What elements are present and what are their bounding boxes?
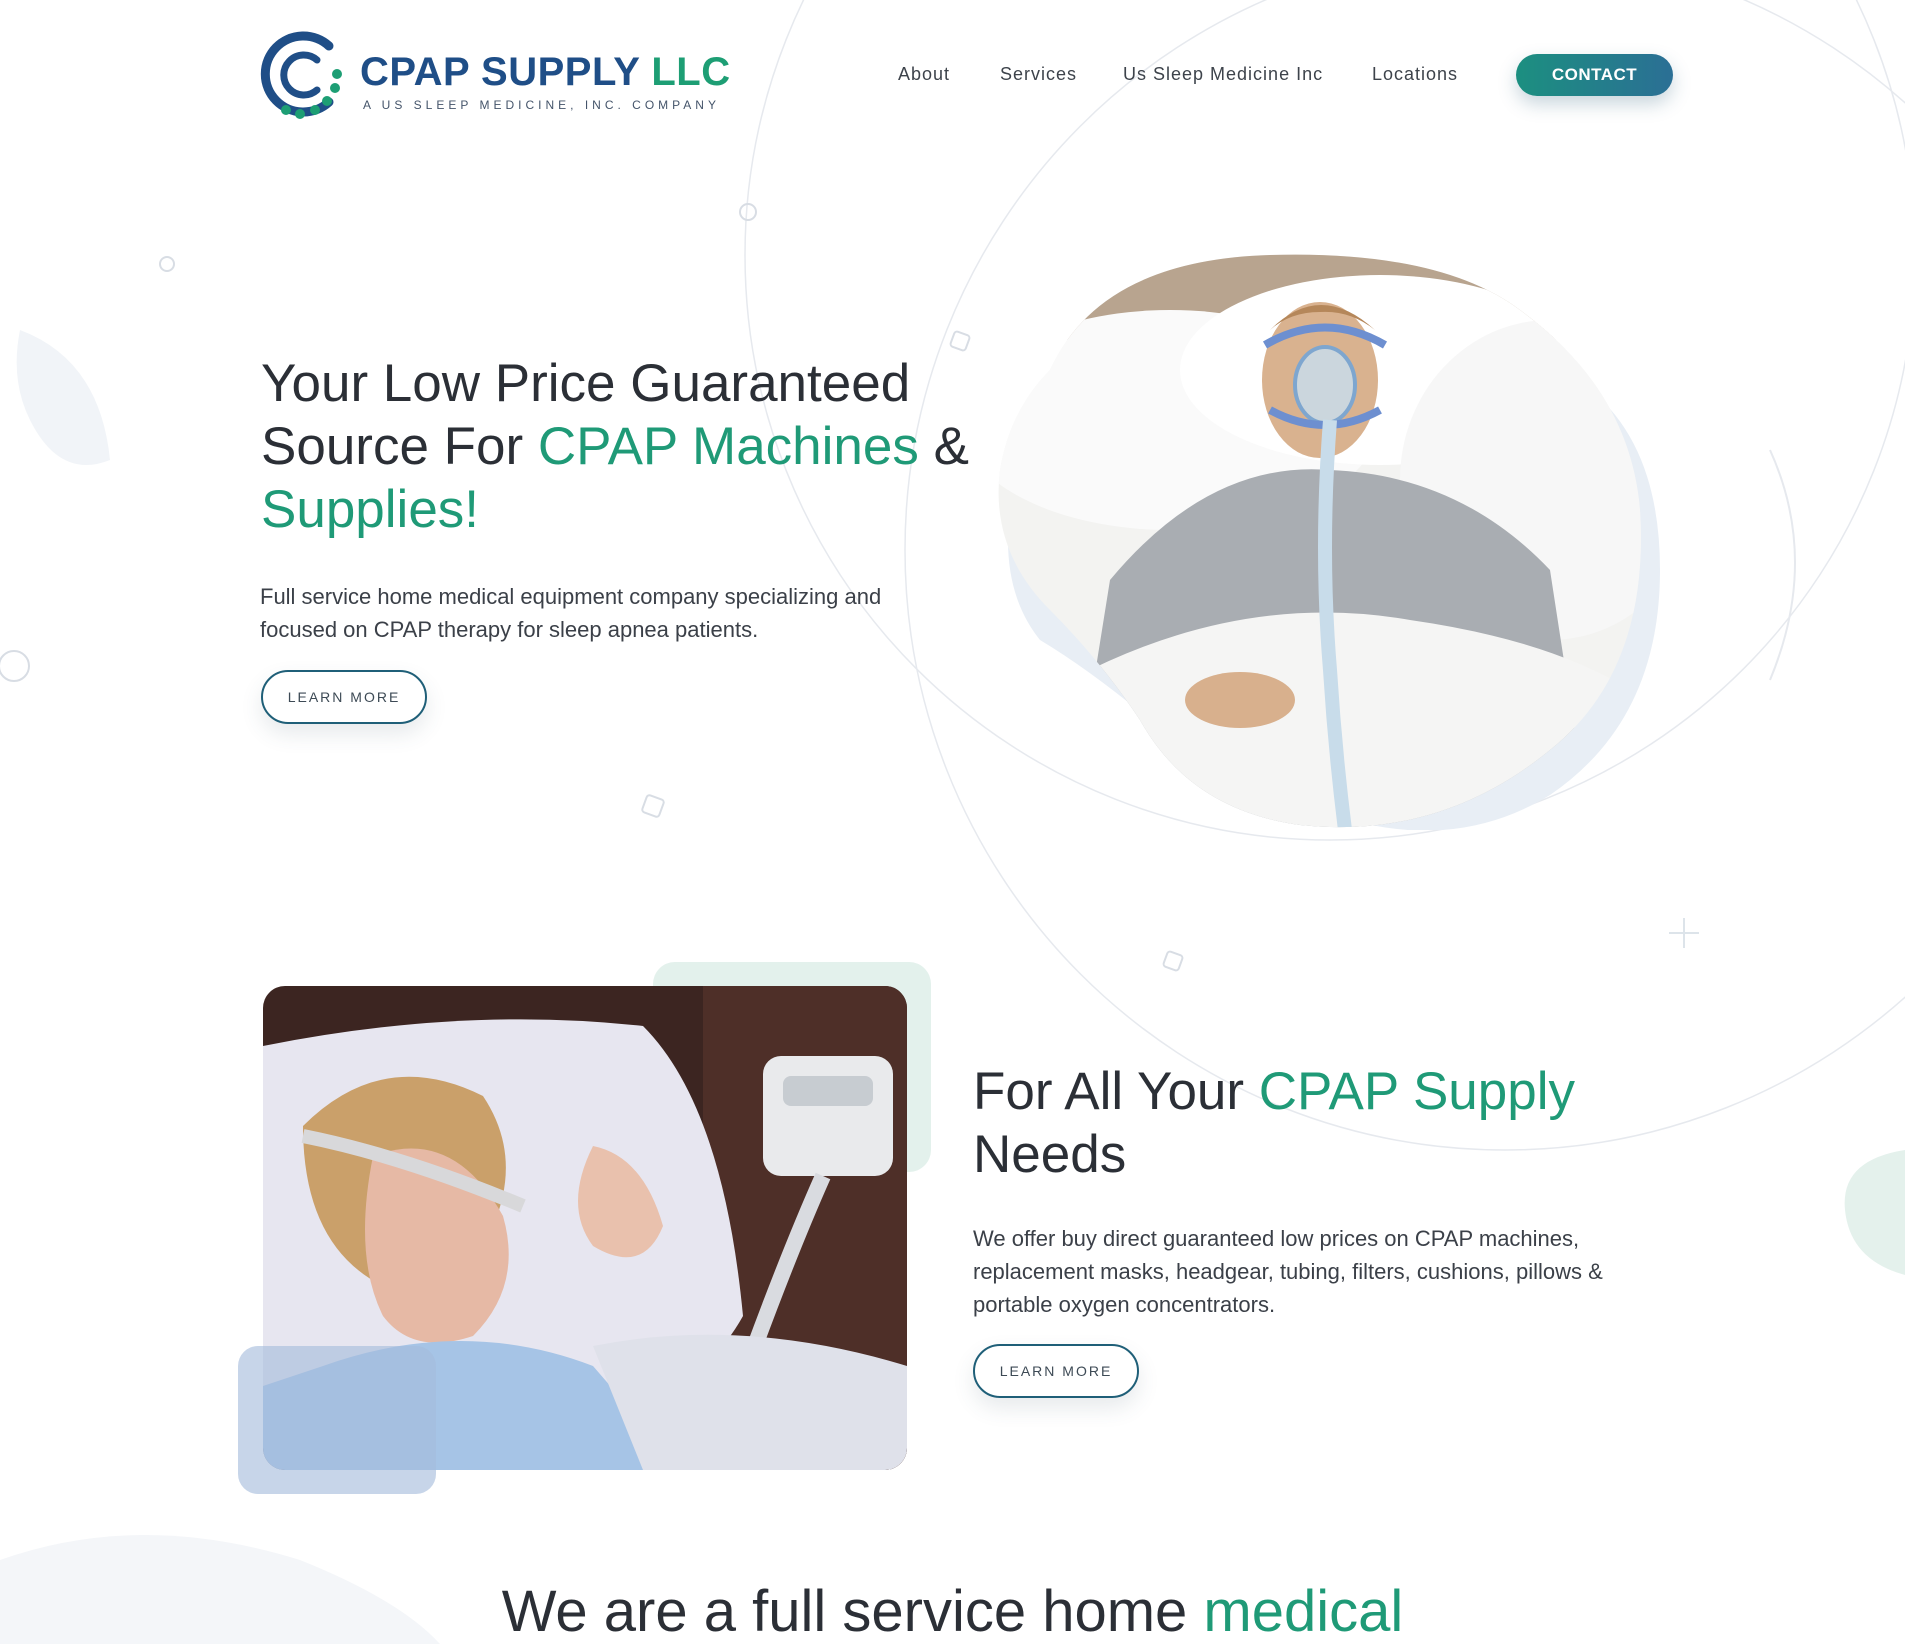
nav-locations[interactable]: Locations <box>1372 64 1458 85</box>
nav-services[interactable]: Services <box>1000 64 1077 85</box>
nav-us-sleep-medicine[interactable]: Us Sleep Medicine Inc <box>1123 64 1323 85</box>
brand-name: CPAP SUPPLY LLC <box>360 50 731 94</box>
hero-description: Full service home medical equipment comp… <box>260 584 882 642</box>
section2-title-text-2: Needs <box>973 1125 1127 1184</box>
hero-title: Your Low Price Guaranteed Source For CPA… <box>261 352 981 541</box>
section2-learn-more-button[interactable]: LEARN MORE <box>973 1344 1139 1398</box>
brand-name-suffix: LLC <box>651 50 731 94</box>
section2-title-text-1: For All Your <box>973 1062 1259 1121</box>
hero-title-accent-1: CPAP Machines <box>537 417 919 476</box>
decorative-blue-panel <box>238 1346 436 1494</box>
section3-title-text: We are a full service home <box>501 1579 1204 1644</box>
hero-image-cpap-sleeper <box>998 254 1660 830</box>
logo-c-icon <box>260 31 342 119</box>
section3-title: We are a full service home medical <box>0 1578 1905 1645</box>
hero-title-accent-2: Supplies! <box>261 480 480 539</box>
nav-about[interactable]: About <box>898 64 950 85</box>
section3-title-accent: medical <box>1203 1579 1404 1644</box>
section2-title: For All Your CPAP Supply Needs <box>973 1060 1673 1186</box>
section2-title-accent: CPAP Supply <box>1258 1062 1575 1121</box>
hero-title-text-2: & <box>918 417 969 476</box>
brand-logo[interactable]: CPAP SUPPLY LLC A US SLEEP MEDICINE, INC… <box>255 28 730 122</box>
contact-button[interactable]: CONTACT <box>1516 54 1673 96</box>
section2-description: We offer buy direct guaranteed low price… <box>973 1226 1603 1317</box>
brand-tagline: A US SLEEP MEDICINE, INC. COMPANY <box>363 98 720 112</box>
hero-learn-more-button[interactable]: LEARN MORE <box>261 670 427 724</box>
